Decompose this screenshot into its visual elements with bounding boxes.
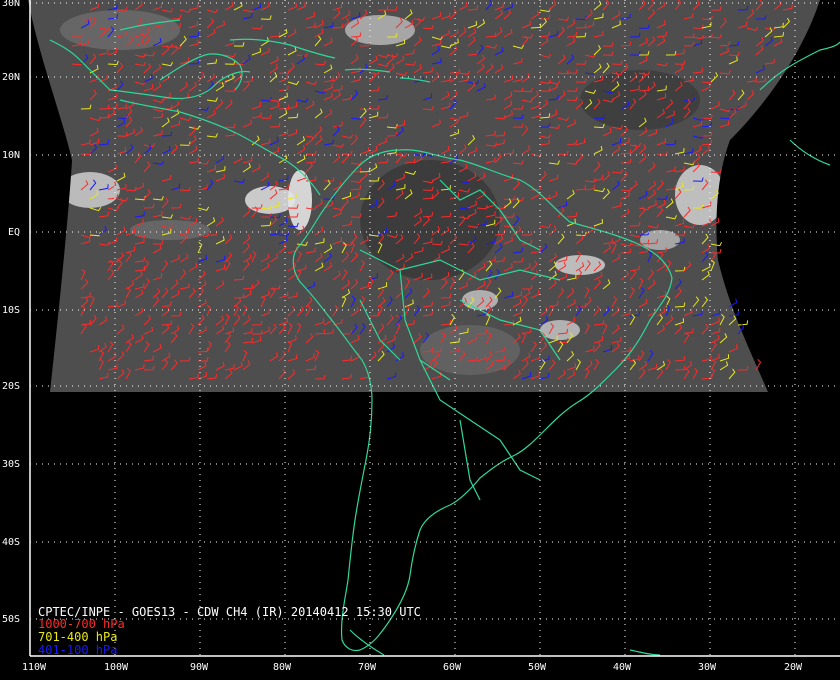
lon-label: 100W [104,662,129,673]
lon-label: 40W [613,662,632,673]
lat-label: 30S [2,459,20,470]
map-legend: CPTEC/INPE - GOES13 - CDW CH4 (IR) 20140… [38,605,421,657]
lon-label: 50W [528,662,547,673]
longitude-labels: 110W 100W 90W 80W 70W 60W 50W 40W 30W 20… [22,662,803,673]
lon-label: 20W [784,662,803,673]
lat-label: 40S [2,537,20,548]
lon-label: 30W [698,662,717,673]
lon-label: 70W [358,662,377,673]
legend-item-mid-level: 701-400 hPa [38,630,117,644]
lat-label: 20N [2,72,20,83]
latitude-labels: 30N 20N 10N EQ 10S 20S 30S 40S 50S [2,0,20,625]
lat-label: EQ [8,227,20,238]
satellite-wind-map: 30N 20N 10N EQ 10S 20S 30S 40S 50S 110W … [2,0,840,673]
lon-label: 90W [190,662,209,673]
legend-item-low-level: 1000-700 hPa [38,617,125,631]
lat-label: 10N [2,150,20,161]
lon-label: 110W [22,662,47,673]
lon-label: 60W [443,662,462,673]
lon-label: 80W [273,662,292,673]
lat-label: 50S [2,614,20,625]
legend-item-high-level: 401-100 hPa [38,643,117,657]
lat-label: 10S [2,305,20,316]
lat-label: 20S [2,381,20,392]
lat-label: 30N [2,0,20,9]
wind-barb [755,358,762,371]
wind-barb [737,320,749,326]
